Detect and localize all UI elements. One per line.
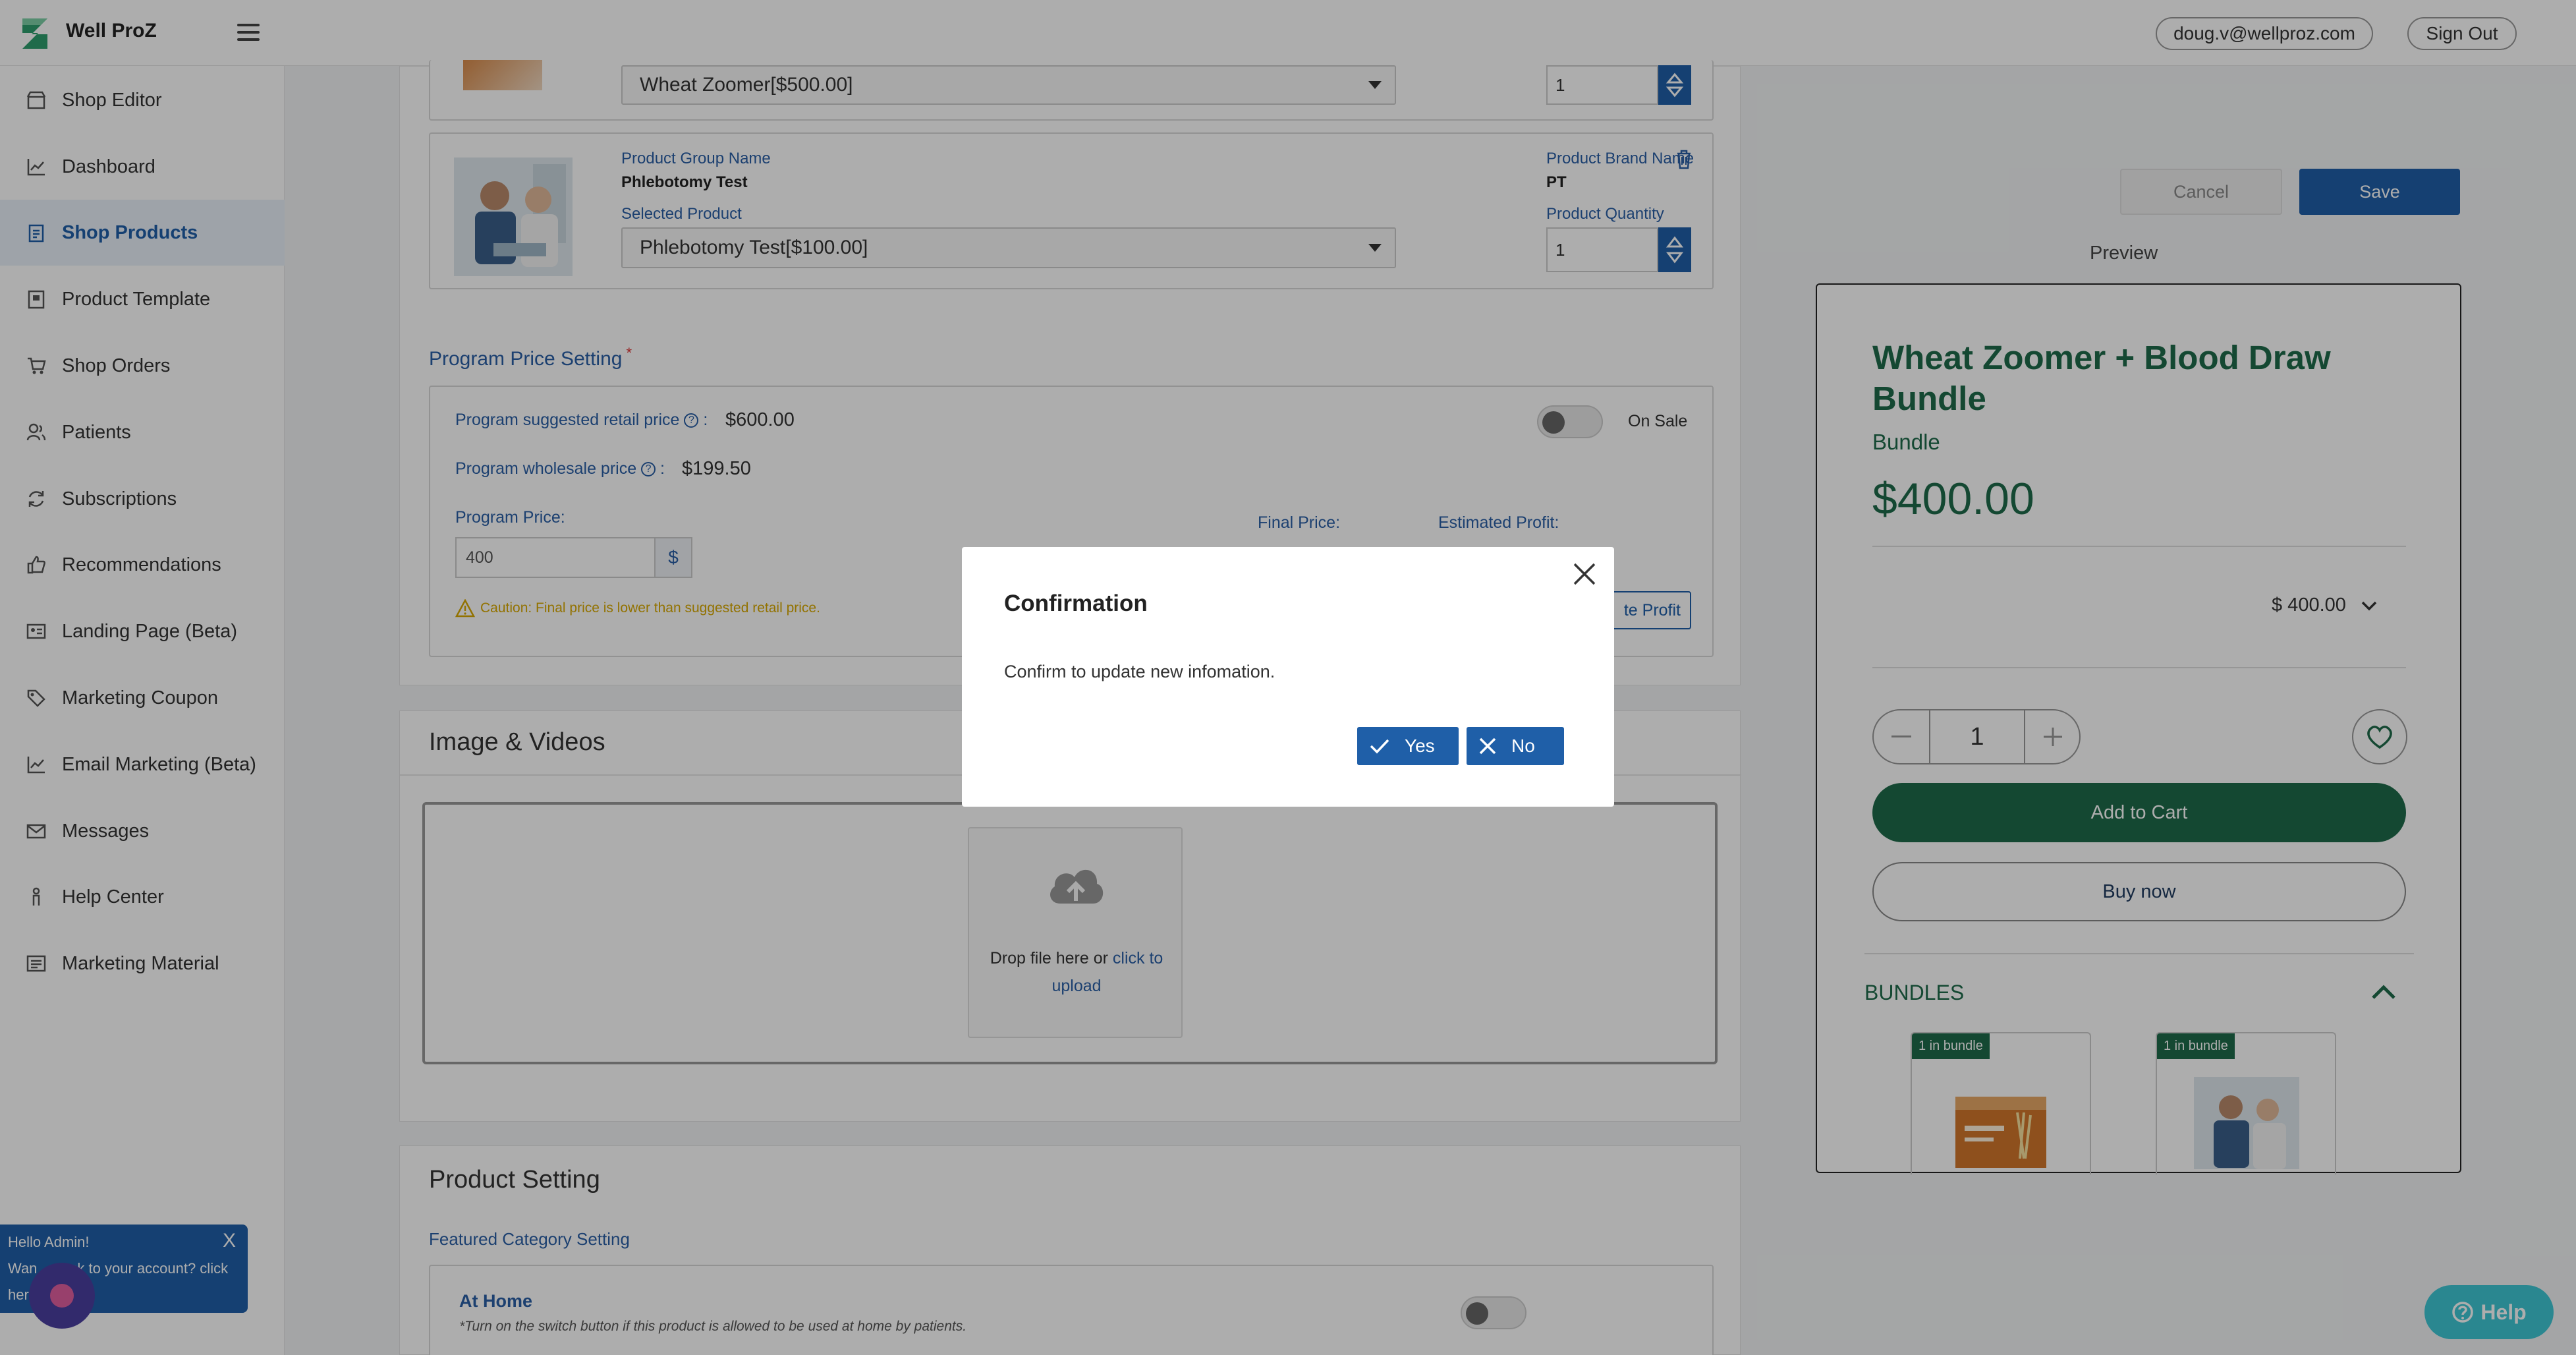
yes-label: Yes <box>1405 735 1435 756</box>
close-icon[interactable] <box>1568 558 1601 591</box>
dialog-title: Confirmation <box>1004 591 1148 616</box>
check-icon <box>1370 739 1389 754</box>
x-icon <box>1479 737 1496 755</box>
no-label: No <box>1511 735 1535 756</box>
dialog-message: Confirm to update new infomation. <box>1004 662 1275 681</box>
yes-button[interactable]: Yes <box>1357 727 1459 765</box>
confirmation-dialog: Confirmation Confirm to update new infom… <box>962 547 1614 807</box>
no-button[interactable]: No <box>1467 727 1564 765</box>
